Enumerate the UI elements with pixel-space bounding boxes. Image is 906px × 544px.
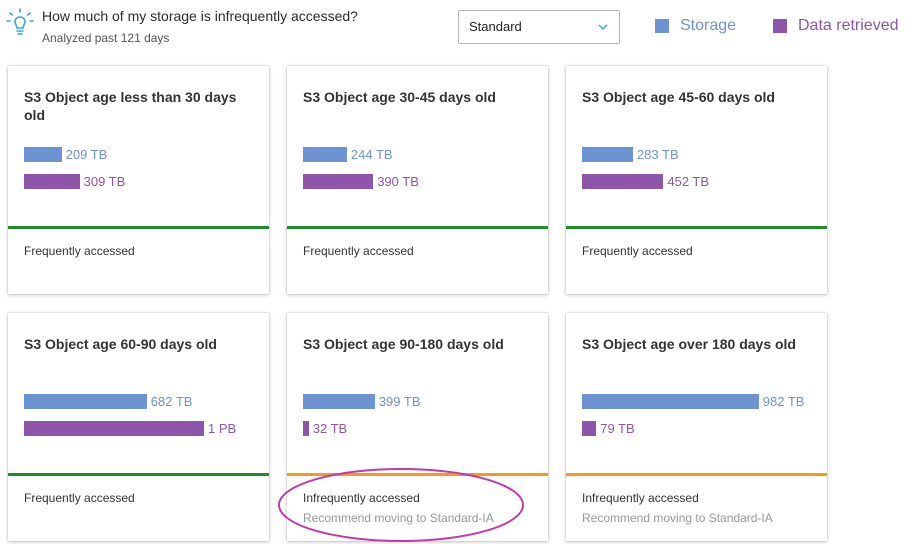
access-status-divider	[287, 473, 548, 476]
legend-storage: Storage	[655, 17, 736, 35]
access-status: Frequently accessed	[24, 244, 135, 258]
retrieved-value: 32 TB	[312, 420, 348, 436]
retrieved-bar-row: 79 TB	[582, 420, 635, 436]
storage-bar	[582, 393, 759, 409]
storage-class-select[interactable]: Standard	[458, 10, 620, 44]
chevron-down-icon	[598, 24, 608, 31]
retrieved-bar	[303, 173, 374, 189]
legend-retrieved-label: Data retrieved	[798, 17, 899, 34]
storage-value: 682 TB	[150, 393, 193, 409]
access-status: Infrequently accessed	[582, 491, 699, 505]
storage-bar-row: 982 TB	[582, 393, 804, 409]
retrieved-bar	[582, 173, 664, 189]
card-title: S3 Object age 30-45 days old	[303, 89, 496, 105]
legend-retrieved-swatch	[773, 19, 787, 33]
legend-retrieved: Data retrieved	[773, 17, 899, 35]
storage-class-value: Standard	[469, 19, 522, 34]
retrieved-value: 309 TB	[83, 173, 126, 189]
card-title: S3 Object age 60-90 days old	[24, 336, 217, 352]
access-status-divider	[287, 226, 548, 229]
storage-bar-row: 399 TB	[303, 393, 421, 409]
age-card[interactable]: S3 Object age less than 30 days old 209 …	[8, 66, 269, 294]
card-title: S3 Object age less than 30 days old	[24, 89, 237, 123]
storage-value: 209 TB	[65, 146, 108, 162]
storage-bar-row: 283 TB	[582, 146, 679, 162]
age-card[interactable]: S3 Object age 30-45 days old 244 TB 390 …	[287, 66, 548, 294]
age-card[interactable]: S3 Object age over 180 days old 982 TB 7…	[566, 313, 827, 541]
access-status-divider	[566, 226, 827, 229]
retrieved-bar	[582, 420, 597, 436]
access-status: Infrequently accessed	[303, 491, 420, 505]
recommendation: Recommend moving to Standard-IA	[303, 511, 494, 525]
retrieved-bar	[303, 420, 309, 436]
analysis-period: Analyzed past 121 days	[42, 31, 170, 45]
retrieved-bar-row: 1 PB	[24, 420, 236, 436]
storage-bar	[303, 393, 375, 409]
retrieved-bar-row: 452 TB	[582, 173, 709, 189]
access-status-divider	[566, 473, 827, 476]
card-title: S3 Object age 45-60 days old	[582, 89, 775, 105]
retrieved-bar-row: 309 TB	[24, 173, 125, 189]
storage-bar	[582, 146, 633, 162]
access-status: Frequently accessed	[582, 244, 693, 258]
retrieved-bar	[24, 173, 80, 189]
retrieved-value: 1 PB	[208, 420, 237, 436]
legend-storage-label: Storage	[680, 17, 737, 34]
storage-bar	[24, 146, 62, 162]
retrieved-bar-row: 32 TB	[303, 420, 347, 436]
storage-value: 283 TB	[636, 146, 679, 162]
lightbulb-icon	[6, 8, 34, 35]
age-card[interactable]: S3 Object age 60-90 days old 682 TB 1 PB…	[8, 313, 269, 541]
storage-bar-row: 209 TB	[24, 146, 107, 162]
legend-storage-swatch	[655, 19, 669, 33]
access-status: Frequently accessed	[24, 491, 135, 505]
retrieved-value: 452 TB	[667, 173, 710, 189]
storage-bar	[303, 146, 347, 162]
card-title: S3 Object age over 180 days old	[582, 336, 796, 352]
age-card[interactable]: S3 Object age 90-180 days old 399 TB 32 …	[287, 313, 548, 541]
age-card[interactable]: S3 Object age 45-60 days old 283 TB 452 …	[566, 66, 827, 294]
retrieved-bar-row: 390 TB	[303, 173, 419, 189]
retrieved-bar	[24, 420, 204, 436]
storage-value: 244 TB	[350, 146, 393, 162]
storage-bar-row: 682 TB	[24, 393, 192, 409]
storage-bar	[24, 393, 147, 409]
card-title: S3 Object age 90-180 days old	[303, 336, 504, 352]
access-status: Frequently accessed	[303, 244, 414, 258]
header: How much of my storage is infrequently a…	[0, 0, 906, 56]
retrieved-value: 390 TB	[377, 173, 419, 189]
recommendation: Recommend moving to Standard-IA	[582, 511, 773, 525]
storage-value: 982 TB	[762, 393, 805, 409]
storage-value: 399 TB	[378, 393, 421, 409]
access-status-divider	[8, 473, 269, 476]
retrieved-value: 79 TB	[600, 420, 635, 436]
question-title: How much of my storage is infrequently a…	[42, 8, 358, 24]
access-status-divider	[8, 226, 269, 229]
storage-bar-row: 244 TB	[303, 146, 393, 162]
